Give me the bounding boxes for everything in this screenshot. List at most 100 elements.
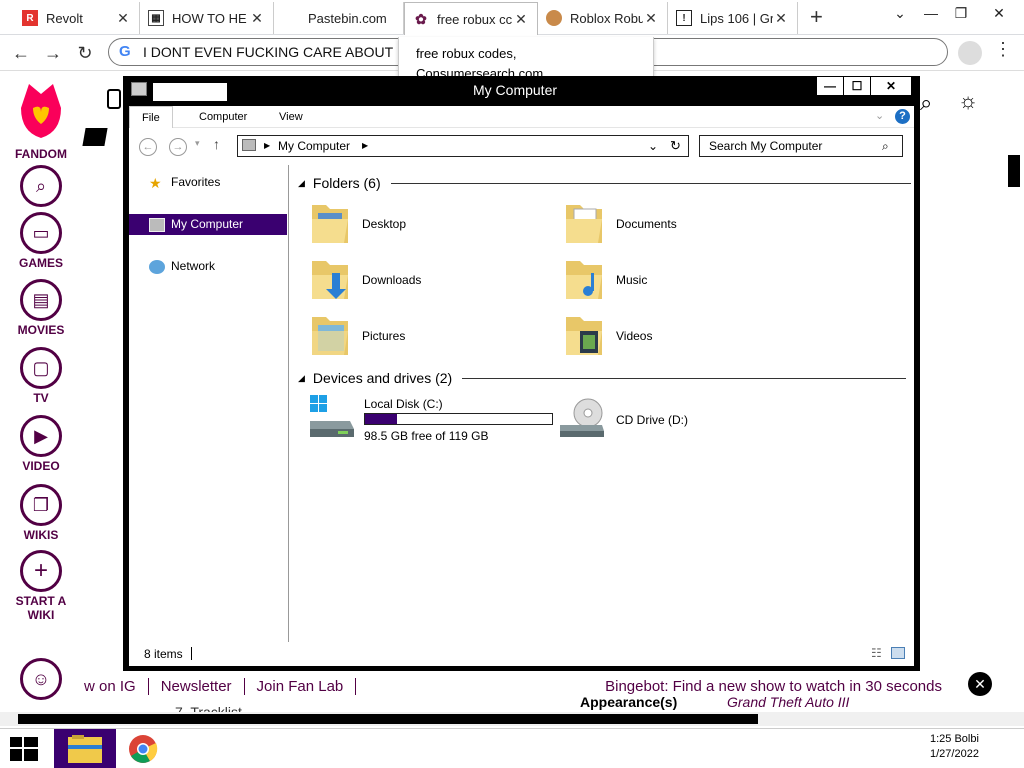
- footer-link-fan-lab[interactable]: Join Fan Lab: [245, 677, 357, 695]
- fandom-account[interactable]: ☺: [0, 658, 82, 700]
- tab-lips[interactable]: ! Lips 106 | Gr ✕: [668, 2, 798, 34]
- drive-local-disk[interactable]: Local Disk (C:) 98.5 GB free of 119 GB: [308, 395, 558, 447]
- recent-locations-icon[interactable]: ▾: [195, 138, 200, 149]
- new-tab-button[interactable]: +: [810, 4, 823, 30]
- tab-search-icon[interactable]: ⌄: [885, 2, 915, 24]
- close-banner-icon[interactable]: ✕: [968, 672, 992, 696]
- gamepad-icon: ▭: [20, 212, 62, 254]
- close-tab-icon[interactable]: ✕: [115, 10, 131, 27]
- book-icon: ❐: [20, 484, 62, 526]
- tab-revolt[interactable]: R Revolt ✕: [14, 2, 140, 34]
- folder-music[interactable]: Music: [564, 255, 804, 307]
- footer-link-newsletter[interactable]: Newsletter: [149, 677, 245, 695]
- fandom-video[interactable]: ▶ VIDEO: [0, 415, 82, 473]
- fandom-search[interactable]: ⌕: [0, 165, 82, 207]
- videos-folder-icon: [566, 317, 602, 355]
- folder-name: Pictures: [362, 329, 406, 343]
- theme-toggle-icon[interactable]: ☼: [958, 88, 978, 114]
- large-icons-view-icon[interactable]: [891, 647, 905, 659]
- page-search-icon[interactable]: ⌕: [920, 90, 932, 116]
- tab-file[interactable]: File: [129, 106, 173, 128]
- breadcrumb-my-computer[interactable]: My Computer: [278, 136, 350, 156]
- fandom-games[interactable]: ▭ GAMES: [0, 212, 82, 270]
- horizontal-scrollbar-thumb[interactable]: [18, 714, 758, 724]
- fandom-sidebar: FANDOM ⌕ ▭ GAMES ▤ MOVIES ▢ TV ▶ VIDEO ❐…: [0, 72, 82, 712]
- play-icon: ▶: [20, 415, 62, 457]
- taskbar-chrome[interactable]: [120, 729, 170, 768]
- video-label: VIDEO: [22, 459, 60, 473]
- fandom-movies[interactable]: ▤ MOVIES: [0, 279, 82, 337]
- folder-name: Music: [616, 273, 648, 287]
- scrollbar-thumb[interactable]: [1008, 155, 1020, 187]
- forward-arrow-icon[interactable]: →: [40, 40, 66, 66]
- fandom-wikis[interactable]: ❐ WIKIS: [0, 484, 82, 542]
- horizontal-scrollbar[interactable]: [0, 712, 1024, 726]
- help-icon[interactable]: ?: [895, 109, 910, 124]
- back-arrow-icon[interactable]: ←: [8, 40, 34, 66]
- tab-free-robux[interactable]: ✿ free robux cc ✕: [404, 2, 538, 36]
- close-tab-icon[interactable]: ✕: [773, 10, 789, 27]
- folder-downloads[interactable]: Downloads: [310, 255, 550, 307]
- restore-browser-button[interactable]: ❐: [946, 2, 976, 24]
- minimize-button[interactable]: —: [817, 77, 843, 95]
- minimize-browser-button[interactable]: —: [916, 2, 946, 24]
- nav-favorites[interactable]: ★ Favorites: [129, 172, 287, 193]
- folder-pictures[interactable]: Pictures: [310, 311, 550, 363]
- tab-roblox[interactable]: Roblox Robu ✕: [538, 2, 668, 34]
- forward-icon[interactable]: →: [169, 138, 187, 156]
- computer-icon: [242, 139, 256, 151]
- back-icon[interactable]: ←: [139, 138, 157, 156]
- plus-icon: +: [20, 550, 62, 592]
- fandom-tv[interactable]: ▢ TV: [0, 347, 82, 405]
- doc-favicon-icon: ▦: [148, 10, 164, 26]
- folders-group-header[interactable]: ◢ Folders (6): [298, 175, 911, 191]
- close-button[interactable]: ✕: [871, 77, 911, 95]
- tab-view[interactable]: View: [267, 106, 315, 128]
- close-tab-icon[interactable]: ✕: [249, 10, 265, 27]
- tab-pastebin[interactable]: Pastebin.com: [274, 2, 404, 34]
- appearances-label: Appearance(s): [580, 694, 678, 710]
- bingebot-banner[interactable]: Bingebot: Find a new show to watch in 30…: [605, 678, 942, 695]
- windows-start-icon[interactable]: [10, 737, 38, 761]
- maximize-button[interactable]: ☐: [844, 77, 870, 95]
- drive-label: Local Disk (C:): [364, 397, 443, 411]
- devices-group-header[interactable]: ◢ Devices and drives (2): [298, 370, 907, 386]
- status-bar: 8 items ☷: [129, 642, 914, 666]
- expand-ribbon-icon[interactable]: ⌄: [875, 109, 884, 122]
- reload-icon[interactable]: ↻: [72, 40, 98, 66]
- suggestion-item[interactable]: free robux codes,: [399, 45, 653, 63]
- drive-cd[interactable]: CD Drive (D:): [558, 395, 798, 447]
- details-view-icon[interactable]: ☷: [871, 647, 882, 659]
- quick-access-toolbar[interactable]: [153, 83, 227, 101]
- address-text[interactable]: I DONT EVEN FUCKING CARE ABOUT GTA: [143, 44, 393, 60]
- search-icon: ⌕: [882, 139, 889, 153]
- footer-link-ig[interactable]: w on IG: [82, 677, 149, 695]
- close-tab-icon[interactable]: ✕: [643, 10, 659, 27]
- user-icon: ☺: [20, 658, 62, 700]
- nav-network[interactable]: Network: [129, 256, 287, 277]
- breadcrumb-chevron-icon: ▶: [362, 141, 369, 150]
- address-dropdown-icon[interactable]: ⌄: [648, 136, 658, 156]
- tab-computer[interactable]: Computer: [187, 106, 259, 128]
- system-clock[interactable]: 1:25 Bolbi 1/27/2022: [930, 732, 979, 762]
- close-browser-button[interactable]: ✕: [984, 2, 1014, 24]
- folder-documents[interactable]: Documents: [564, 199, 804, 251]
- explorer-search-input[interactable]: Search My Computer ⌕: [699, 135, 903, 157]
- folder-desktop[interactable]: Desktop: [310, 199, 550, 251]
- folder-name: Downloads: [362, 273, 422, 287]
- profile-avatar[interactable]: [958, 41, 982, 65]
- taskbar-file-explorer[interactable]: [54, 729, 116, 768]
- fandom-logo[interactable]: FANDOM: [0, 82, 82, 161]
- close-tab-icon[interactable]: ✕: [513, 11, 529, 28]
- explorer-address-bar[interactable]: ▶ My Computer ▶ ⌄ ↻: [237, 135, 689, 157]
- folder-name: Videos: [616, 329, 653, 343]
- up-arrow-icon[interactable]: ↑: [213, 136, 220, 152]
- menu-kebab-icon[interactable]: ⋮: [994, 39, 1012, 60]
- tab-how-to[interactable]: ▦ HOW TO HE ✕: [140, 2, 274, 34]
- folder-videos[interactable]: Videos: [564, 311, 804, 363]
- fandom-start-wiki[interactable]: + START A WIKI: [0, 550, 82, 622]
- disk-usage-fill: [365, 414, 397, 424]
- gta-link[interactable]: Grand Theft Auto III: [727, 694, 849, 710]
- nav-my-computer[interactable]: My Computer: [129, 214, 287, 235]
- refresh-icon[interactable]: ↻: [670, 136, 681, 156]
